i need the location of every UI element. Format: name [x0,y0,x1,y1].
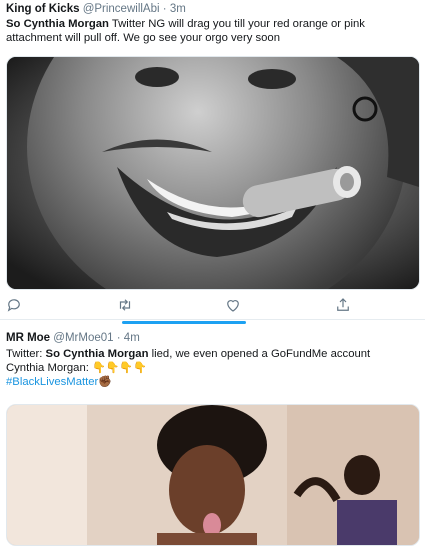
tweet-2[interactable]: MR Moe @MrMoe01 · 4m Twitter: So Cynthia… [0,326,425,546]
tweet-1[interactable]: King of Kicks @PrincewillAbi · 3m So Cyn… [0,0,425,317]
tweet-text-line2: Cynthia Morgan: [6,362,93,374]
timestamp[interactable]: 4m [124,332,140,344]
tweet-photo[interactable] [6,404,420,546]
tweet-photo[interactable] [6,56,420,290]
pointing-down-emoji: 👇👇👇👇 [92,362,147,374]
tweet-text: So Cynthia Morgan Twitter NG will drag y… [6,17,418,45]
photo-illustration [7,405,419,545]
tweet-text-bold: So Cynthia Morgan [6,18,109,30]
separator-dot: · [116,332,121,344]
raised-fist-emoji: ✊🏾 [98,376,112,388]
author-name[interactable]: MR Moe [6,332,50,344]
author-handle[interactable]: @PrincewillAbi [83,3,160,15]
tweet-divider [0,319,425,320]
reply-icon[interactable] [5,296,23,314]
tweet-header: MR Moe @MrMoe01 · 4m [6,332,140,344]
separator-dot: · [162,3,167,15]
timestamp[interactable]: 3m [170,3,186,15]
tweet-text-bold: So Cynthia Morgan [45,348,149,360]
tweet-actions [0,296,425,314]
share-icon[interactable] [334,296,352,314]
tweet-text-post: lied, we even opened a GoFundMe account [148,348,371,360]
retweet-icon[interactable] [116,296,134,314]
author-handle[interactable]: @MrMoe01 [53,332,113,344]
tweet-header: King of Kicks @PrincewillAbi · 3m [6,3,186,15]
author-name[interactable]: King of Kicks [6,3,79,15]
hashtag-link[interactable]: #BlackLivesMatter [6,376,98,388]
heart-icon[interactable] [224,296,242,314]
photo-illustration [7,57,419,289]
tweet-text: Twitter: So Cynthia Morgan lied, we even… [6,347,418,389]
tweet-text-pre: Twitter: [6,348,46,360]
scroll-indicator [122,321,246,324]
